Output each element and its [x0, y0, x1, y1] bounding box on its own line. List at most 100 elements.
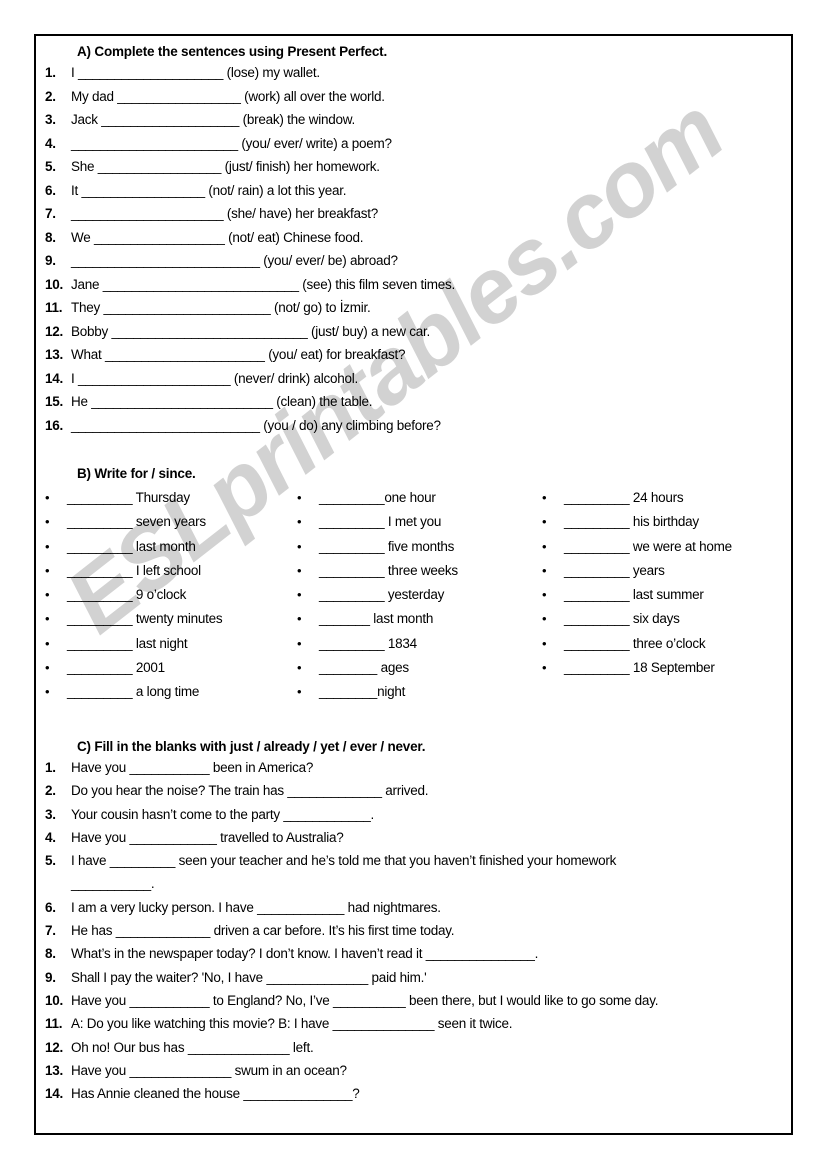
blank-phrase[interactable]: _________ last summer — [564, 587, 785, 602]
item-number: 1. — [45, 760, 56, 775]
exercise-a-heading: A) Complete the sentences using Present … — [77, 44, 387, 59]
blank-phrase[interactable]: _________ his birthday — [564, 514, 785, 529]
item-text[interactable]: I ____________________ (lose) my wallet. — [71, 65, 785, 80]
list-item: _________ 2001 — [45, 660, 297, 684]
bullet-icon — [45, 661, 67, 674]
blank-phrase[interactable]: _________ six days — [564, 611, 785, 626]
item-number: 10. — [45, 276, 64, 292]
list-item: _________ Thursday — [45, 490, 297, 514]
item-text[interactable]: __________________________ (you/ ever/ b… — [71, 253, 785, 268]
blank-phrase[interactable]: _________ 1834 — [319, 636, 542, 651]
item-text[interactable]: Have you ___________ to England? No, I’v… — [71, 993, 790, 1008]
exercise-a-item: 13. What ______________________ (you/ ea… — [45, 347, 785, 371]
exercise-b-column-1: _________ Thursday _________ seven years… — [45, 490, 297, 709]
blank-phrase[interactable]: _________ last night — [67, 636, 297, 651]
bullet-icon — [542, 637, 564, 650]
blank-phrase[interactable]: _________ I met you — [319, 514, 542, 529]
exercise-c-item: 7. He has _____________ driven a car bef… — [45, 923, 790, 946]
blank-phrase[interactable]: _________ yesterday — [319, 587, 542, 602]
exercise-b-column-3: _________ 24 hours _________ his birthda… — [542, 490, 785, 709]
exercise-c-item: 1. Have you ___________ been in America? — [45, 760, 790, 783]
item-text[interactable]: What ______________________ (you/ eat) f… — [71, 347, 785, 362]
item-number: 13. — [45, 1062, 64, 1078]
blank-phrase[interactable]: _________ last month — [67, 539, 297, 554]
blank-phrase[interactable]: _________ a long time — [67, 684, 297, 699]
list-item: _______ last month — [297, 611, 542, 635]
blank-phrase[interactable]: _______ last month — [319, 611, 542, 626]
blank-phrase[interactable]: _________ three weeks — [319, 563, 542, 578]
blank-phrase[interactable]: _________one hour — [319, 490, 542, 505]
item-text[interactable]: We __________________ (not/ eat) Chinese… — [71, 230, 785, 245]
item-text[interactable]: I _____________________ (never/ drink) a… — [71, 371, 785, 386]
item-text[interactable]: They _______________________ (not/ go) t… — [71, 300, 785, 315]
item-text[interactable]: A: Do you like watching this movie? B: I… — [71, 1016, 790, 1031]
exercise-a-item: 14. I _____________________ (never/ drin… — [45, 371, 785, 395]
blank-phrase[interactable]: _________ I left school — [67, 563, 297, 578]
blank-phrase[interactable]: _________ 24 hours — [564, 490, 785, 505]
blank-phrase[interactable]: _________ years — [564, 563, 785, 578]
bullet-icon — [542, 491, 564, 504]
item-text[interactable]: My dad _________________ (work) all over… — [71, 89, 785, 104]
bullet-icon — [297, 540, 319, 553]
exercise-a-item: 16. __________________________ (you / do… — [45, 418, 785, 442]
blank-phrase[interactable]: _________ three o’clock — [564, 636, 785, 651]
item-text[interactable]: Have you ______________ swum in an ocean… — [71, 1063, 790, 1078]
exercise-a-item: 12. Bobby ___________________________ (j… — [45, 324, 785, 348]
item-text[interactable]: _____________________ (she/ have) her br… — [71, 206, 785, 221]
bullet-icon — [45, 491, 67, 504]
blank-phrase[interactable]: _________ seven years — [67, 514, 297, 529]
exercise-b-section: B) Write for / since. _________ Thursday… — [45, 466, 785, 709]
bullet-icon — [45, 564, 67, 577]
exercise-b-column-2: _________one hour _________ I met you __… — [297, 490, 542, 709]
item-text[interactable]: Shall I pay the waiter? 'No, I have ____… — [71, 970, 790, 985]
item-text[interactable]: He has _____________ driven a car before… — [71, 923, 790, 938]
item-text[interactable]: Bobby ___________________________ (just/… — [71, 324, 785, 339]
item-text[interactable]: Have you ____________ travelled to Austr… — [71, 830, 790, 845]
item-text[interactable]: __________________________ (you / do) an… — [71, 418, 785, 433]
item-text[interactable]: Oh no! Our bus has ______________ left. — [71, 1040, 790, 1055]
blank-phrase[interactable]: _________ 9 o’clock — [67, 587, 297, 602]
blank-phrase[interactable]: _________ Thursday — [67, 490, 297, 505]
item-text[interactable]: Have you ___________ been in America? — [71, 760, 790, 775]
blank-phrase[interactable]: _________ twenty minutes — [67, 611, 297, 626]
item-text[interactable]: Jack ___________________ (break) the win… — [71, 112, 785, 127]
list-item: _________ 9 o’clock — [45, 587, 297, 611]
item-text[interactable]: Do you hear the noise? The train has ___… — [71, 783, 790, 798]
blank-phrase[interactable]: _________ five months — [319, 539, 542, 554]
item-number: 11. — [45, 300, 63, 315]
blank-phrase[interactable]: ________ ages — [319, 660, 542, 675]
item-text[interactable]: I have _________ seen your teacher and h… — [71, 853, 790, 868]
item-number: 3. — [45, 806, 56, 822]
item-number: 5. — [45, 159, 56, 174]
item-text[interactable]: Has Annie cleaned the house ____________… — [71, 1086, 790, 1101]
item-text[interactable]: What’s in the newspaper today? I don’t k… — [71, 946, 790, 961]
exercise-c-item-wrap[interactable]: ___________. — [71, 876, 790, 899]
item-number: 1. — [45, 65, 56, 80]
item-text[interactable]: Jane ___________________________ (see) t… — [71, 277, 785, 292]
blank-phrase[interactable]: _________ we were at home — [564, 539, 785, 554]
item-text[interactable]: She _________________ (just/ finish) her… — [71, 159, 785, 174]
bullet-icon — [542, 612, 564, 625]
exercise-c-item: 11. A: Do you like watching this movie? … — [45, 1016, 790, 1039]
item-number: 2. — [45, 88, 56, 104]
bullet-icon — [297, 564, 319, 577]
list-item: _________ last month — [45, 539, 297, 563]
item-text[interactable]: It _________________ (not/ rain) a lot t… — [71, 183, 785, 198]
list-item: _________ 18 September — [542, 660, 785, 684]
item-text[interactable]: _______________________ (you/ ever/ writ… — [71, 136, 785, 151]
blank-phrase[interactable]: _________ 18 September — [564, 660, 785, 675]
exercise-a-section: A) Complete the sentences using Present … — [45, 44, 785, 441]
bullet-icon — [45, 685, 67, 698]
exercise-c-item: 4. Have you ____________ travelled to Au… — [45, 830, 790, 853]
exercise-c-item: 2. Do you hear the noise? The train has … — [45, 783, 790, 806]
item-number: 4. — [45, 135, 56, 151]
blank-phrase[interactable]: ________night — [319, 684, 542, 699]
item-text[interactable]: He _________________________ (clean) the… — [71, 394, 785, 409]
item-text[interactable]: I am a very lucky person. I have _______… — [71, 900, 790, 915]
list-item: _________ last night — [45, 636, 297, 660]
bullet-icon — [542, 661, 564, 674]
blank-phrase[interactable]: _________ 2001 — [67, 660, 297, 675]
exercise-a-item: 7. _____________________ (she/ have) her… — [45, 206, 785, 230]
bullet-icon — [297, 588, 319, 601]
item-text[interactable]: Your cousin hasn’t come to the party ___… — [71, 807, 790, 822]
